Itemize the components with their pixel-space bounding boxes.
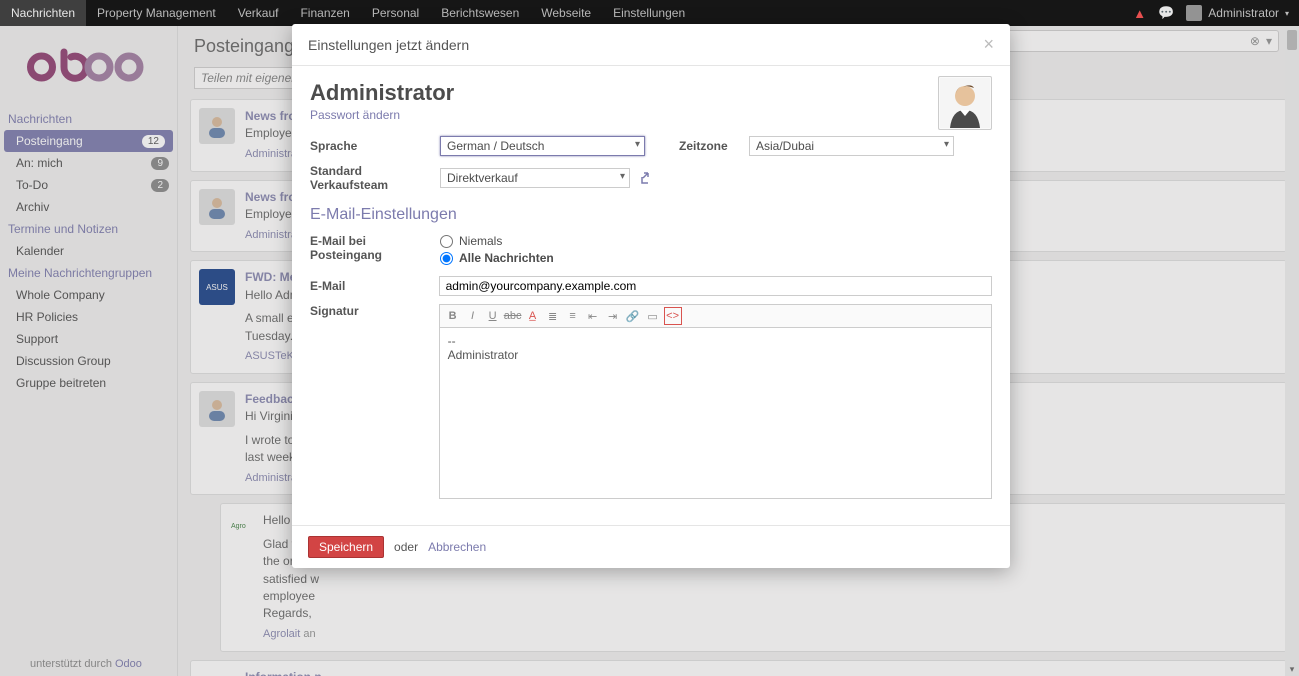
language-select[interactable]: German / Deutsch [440,136,645,156]
bold-button[interactable]: B [444,307,462,325]
modal-overlay: Einstellungen jetzt ändern × Administrat… [0,0,1299,676]
salesteam-select[interactable]: Direktverkauf [440,168,630,188]
image-button[interactable]: ▭ [644,307,662,325]
settings-modal: Einstellungen jetzt ändern × Administrat… [292,24,1010,568]
strike-button[interactable]: abc [504,307,522,325]
rte-toolbar: B I U abc A̲ ≣ ≡ ⇤ ⇥ 🔗 ▭ <> [440,305,991,328]
ol-button[interactable]: ≡ [564,307,582,325]
modal-title: Einstellungen jetzt ändern [308,37,469,53]
link-button[interactable]: 🔗 [624,307,642,325]
user-avatar[interactable] [938,76,992,130]
label-language: Sprache [310,139,430,153]
radio-all-input[interactable] [440,252,453,265]
outdent-button[interactable]: ⇤ [584,307,602,325]
save-button[interactable]: Speichern [308,536,384,558]
close-icon[interactable]: × [983,34,994,55]
label-timezone: Zeitzone [679,139,739,153]
cancel-link[interactable]: Abbrechen [428,540,486,554]
email-section-heading: E-Mail-Einstellungen [310,206,992,224]
ul-button[interactable]: ≣ [544,307,562,325]
or-text: oder [394,540,418,554]
label-signature: Signatur [310,304,429,318]
underline-button[interactable]: U [484,307,502,325]
label-email-inbox: E-Mail bei Posteingang [310,234,430,262]
label-salesteam: Standard Verkaufsteam [310,164,430,192]
radio-never-input[interactable] [440,235,453,248]
label-email: E-Mail [310,279,429,293]
external-link-icon[interactable] [640,171,654,185]
radio-never[interactable]: Niemals [440,234,554,248]
signature-editor: B I U abc A̲ ≣ ≡ ⇤ ⇥ 🔗 ▭ <> -- Administr… [439,304,992,499]
email-input[interactable] [439,276,992,296]
color-button[interactable]: A̲ [524,307,542,325]
html-button[interactable]: <> [664,307,682,325]
timezone-select[interactable]: Asia/Dubai [749,136,954,156]
signature-body[interactable]: -- Administrator [440,328,991,498]
indent-button[interactable]: ⇥ [604,307,622,325]
user-heading: Administrator [310,80,992,106]
italic-button[interactable]: I [464,307,482,325]
change-password-link[interactable]: Passwort ändern [310,108,400,122]
radio-all[interactable]: Alle Nachrichten [440,251,554,265]
